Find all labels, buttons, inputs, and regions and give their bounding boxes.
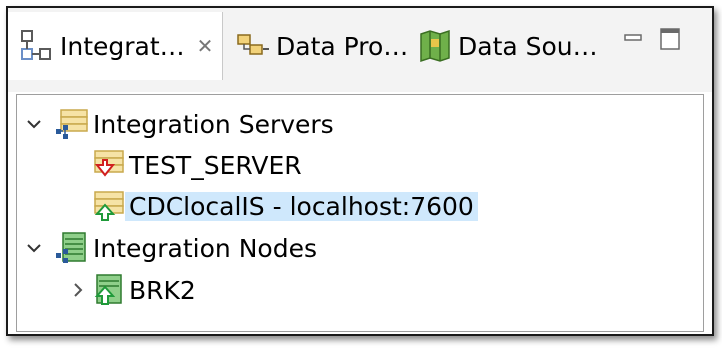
chevron-down-icon[interactable] <box>23 113 45 135</box>
integration-explorer-icon <box>20 29 54 63</box>
maximize-icon[interactable] <box>660 28 680 54</box>
view-tab-bar: Integrat… ✕ Data Pro… Data Sou… <box>8 8 712 92</box>
chevron-down-icon[interactable] <box>23 237 45 259</box>
tab-integration-explorer[interactable]: Integrat… ✕ <box>8 12 223 80</box>
tree-item-label: Integration Servers <box>93 109 334 139</box>
tree-item-cdclocalis[interactable]: CDClocalIS - localhost:7600 <box>89 187 478 225</box>
tab-label: Integrat… <box>60 31 185 61</box>
data-project-icon <box>236 29 270 63</box>
tab-label: Data Pro… <box>276 31 409 61</box>
tree-item-label: BRK2 <box>129 275 196 305</box>
tree-item-integration-nodes[interactable]: Integration Nodes <box>23 229 321 267</box>
tab-data-source[interactable]: Data Sou… <box>412 12 598 80</box>
integration-servers-icon <box>55 107 89 141</box>
chevron-right-icon[interactable] <box>67 279 89 301</box>
tree-item-label: Integration Nodes <box>93 233 317 263</box>
integration-tree-panel: Integration Servers TEST_SERVER CDClocal… <box>16 94 704 332</box>
tree-item-brk2[interactable]: BRK2 <box>67 271 200 309</box>
data-source-icon <box>418 29 452 63</box>
integration-nodes-icon <box>55 231 89 265</box>
minimize-icon[interactable] <box>624 28 642 47</box>
node-running-icon <box>91 273 125 307</box>
close-icon[interactable]: ✕ <box>197 34 214 58</box>
server-running-icon <box>91 189 125 223</box>
tree-item-label: CDClocalIS - localhost:7600 <box>125 191 478 221</box>
tab-label: Data Sou… <box>458 31 598 61</box>
tab-data-project[interactable]: Data Pro… <box>230 12 408 80</box>
server-stopped-icon <box>91 148 125 182</box>
tree-item-label: TEST_SERVER <box>129 150 302 180</box>
tree-item-test-server[interactable]: TEST_SERVER <box>89 146 306 184</box>
tree-item-integration-servers[interactable]: Integration Servers <box>23 105 338 143</box>
integration-view-window: Integrat… ✕ Data Pro… Data Sou… Integrat… <box>6 6 714 336</box>
